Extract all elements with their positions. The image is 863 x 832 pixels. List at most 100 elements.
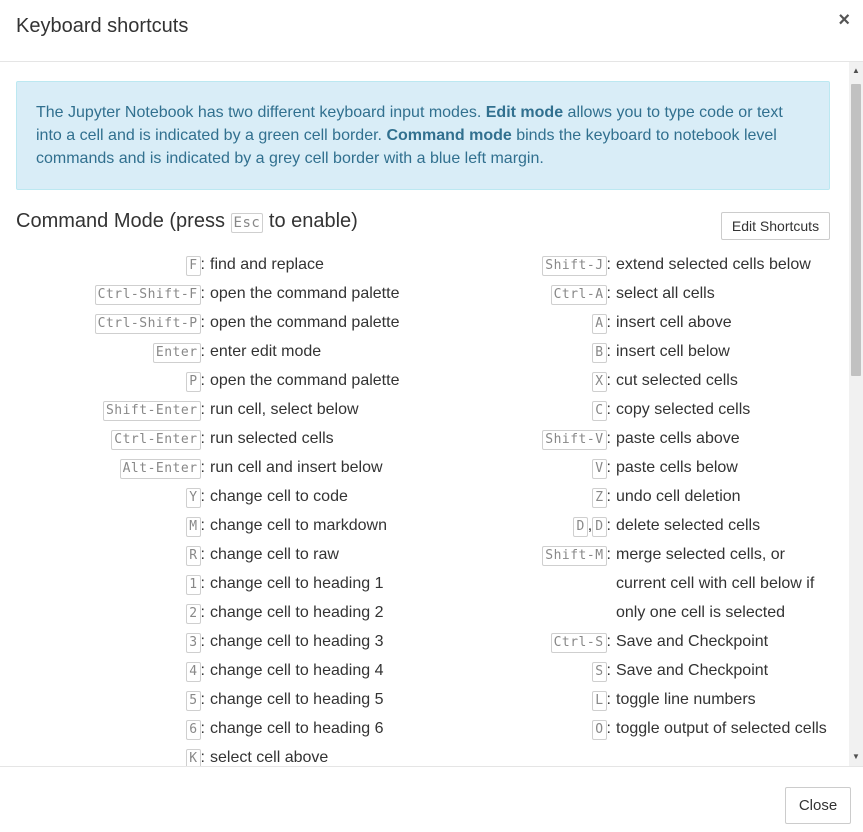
modal-footer: Close [0, 766, 863, 832]
info-alert: The Jupyter Notebook has two different k… [16, 81, 830, 190]
shortcut-description: change cell to heading 6 [210, 720, 384, 737]
scroll-down-arrow-icon[interactable]: ▼ [849, 750, 863, 764]
shortcut-description: change cell to heading 5 [210, 691, 384, 708]
shortcut-key: Enter [152, 343, 201, 363]
shortcut-key: P [186, 372, 201, 392]
shortcut-row: P: open the command palette [0, 366, 420, 395]
shortcut-row: 4: change cell to heading 4 [0, 656, 420, 685]
shortcut-description: find and replace [210, 256, 324, 273]
shortcut-keys: P: [0, 366, 205, 395]
scrollbar[interactable]: ▲ ▼ [849, 62, 863, 766]
shortcut-keys: A: [420, 308, 611, 337]
shortcut-keys: O: [420, 714, 611, 743]
shortcut-key: Ctrl-Enter [111, 430, 201, 450]
shortcut-key: D [592, 517, 607, 537]
shortcut-key: Shift-M [542, 546, 607, 566]
close-icon[interactable]: × [838, 10, 850, 30]
shortcut-row: 3: change cell to heading 3 [0, 627, 420, 656]
scroll-up-arrow-icon[interactable]: ▲ [849, 64, 863, 78]
shortcut-row: K: select cell above [0, 743, 420, 766]
shortcut-description: insert cell below [616, 343, 730, 360]
shortcut-key: V [592, 459, 607, 479]
shortcut-keys: K: [0, 743, 205, 766]
shortcut-row: Alt-Enter: run cell and insert below [0, 453, 420, 482]
shortcut-description: run cell and insert below [210, 459, 383, 476]
shortcut-description: change cell to raw [210, 546, 339, 563]
shortcut-row: Z: undo cell deletion [420, 482, 840, 511]
shortcut-key: Alt-Enter [119, 459, 201, 479]
shortcut-row: 1: change cell to heading 1 [0, 569, 420, 598]
shortcut-description: extend selected cells below [616, 256, 811, 273]
shortcut-key: Shift-V [542, 430, 607, 450]
modal-body: The Jupyter Notebook has two different k… [0, 62, 849, 766]
shortcut-keys: S: [420, 656, 611, 685]
scrollbar-thumb[interactable] [851, 84, 861, 376]
shortcut-description: open the command palette [210, 314, 400, 331]
shortcut-description: delete selected cells [616, 517, 761, 534]
shortcut-description: toggle line numbers [616, 691, 756, 708]
shortcut-row: B: insert cell below [420, 337, 840, 366]
shortcut-description: open the command palette [210, 372, 400, 389]
shortcut-keys: Ctrl-Enter: [0, 424, 205, 453]
shortcut-keys: Ctrl-A: [420, 279, 611, 308]
shortcut-description: run selected cells [210, 430, 334, 447]
shortcut-keys: X: [420, 366, 611, 395]
shortcut-description: change cell to heading 2 [210, 604, 384, 621]
shortcut-row: 6: change cell to heading 6 [0, 714, 420, 743]
shortcut-keys: Shift-J: [420, 250, 611, 279]
shortcut-keys: R: [0, 540, 205, 569]
shortcut-keys: 2: [0, 598, 205, 627]
shortcut-key: Ctrl-A [550, 285, 607, 305]
shortcut-row: L: toggle line numbers [420, 685, 840, 714]
shortcut-row: Shift-J: extend selected cells below [420, 250, 840, 279]
shortcut-keys: D,D: [420, 511, 611, 540]
shortcut-description: select all cells [616, 285, 715, 302]
shortcut-keys: 1: [0, 569, 205, 598]
shortcut-keys: 5: [0, 685, 205, 714]
shortcut-row: Ctrl-Shift-F: open the command palette [0, 279, 420, 308]
shortcut-row: Shift-Enter: run cell, select below [0, 395, 420, 424]
edit-shortcuts-button[interactable]: Edit Shortcuts [721, 212, 830, 240]
shortcut-row: 5: change cell to heading 5 [0, 685, 420, 714]
shortcut-key: 1 [186, 575, 201, 595]
command-mode-title-post: to enable) [263, 210, 358, 232]
shortcut-row: M: change cell to markdown [0, 511, 420, 540]
shortcut-keys: B: [420, 337, 611, 366]
shortcut-keys: Ctrl-S: [420, 627, 611, 656]
shortcut-key: 2 [186, 604, 201, 624]
shortcut-row: 2: change cell to heading 2 [0, 598, 420, 627]
shortcut-description: copy selected cells [616, 401, 751, 418]
shortcut-row: Enter: enter edit mode [0, 337, 420, 366]
shortcut-row: X: cut selected cells [420, 366, 840, 395]
shortcut-row: O: toggle output of selected cells [420, 714, 840, 743]
shortcut-key: 5 [186, 691, 201, 711]
shortcut-row: Ctrl-Shift-P: open the command palette [0, 308, 420, 337]
close-button[interactable]: Close [785, 787, 851, 824]
shortcut-key: X [592, 372, 607, 392]
shortcut-keys: Enter: [0, 337, 205, 366]
shortcut-description: paste cells below [616, 459, 738, 476]
shortcut-key: A [592, 314, 607, 334]
shortcut-row: Y: change cell to code [0, 482, 420, 511]
shortcut-keys: Shift-Enter: [0, 395, 205, 424]
info-text-1: The Jupyter Notebook has two different k… [36, 104, 486, 121]
shortcut-description: open the command palette [210, 285, 400, 302]
shortcut-key: M [186, 517, 201, 537]
shortcut-keys: C: [420, 395, 611, 424]
shortcut-keys: Y: [0, 482, 205, 511]
shortcut-description: select cell above [210, 749, 329, 766]
shortcut-keys: V: [420, 453, 611, 482]
shortcut-key: Shift-J [542, 256, 607, 276]
shortcut-row: S: Save and Checkpoint [420, 656, 840, 685]
shortcut-description: change cell to heading 4 [210, 662, 384, 679]
shortcut-key: R [186, 546, 201, 566]
shortcut-row: Ctrl-Enter: run selected cells [0, 424, 420, 453]
shortcut-description: toggle output of selected cells [616, 720, 827, 737]
shortcut-keys: Z: [420, 482, 611, 511]
shortcut-description: insert cell above [616, 314, 732, 331]
shortcut-key: Ctrl-Shift-F [94, 285, 201, 305]
shortcut-keys: L: [420, 685, 611, 714]
shortcut-key: B [592, 343, 607, 363]
command-mode-title: Command Mode (press Esc to enable) [16, 210, 358, 233]
shortcut-description: run cell, select below [210, 401, 359, 418]
